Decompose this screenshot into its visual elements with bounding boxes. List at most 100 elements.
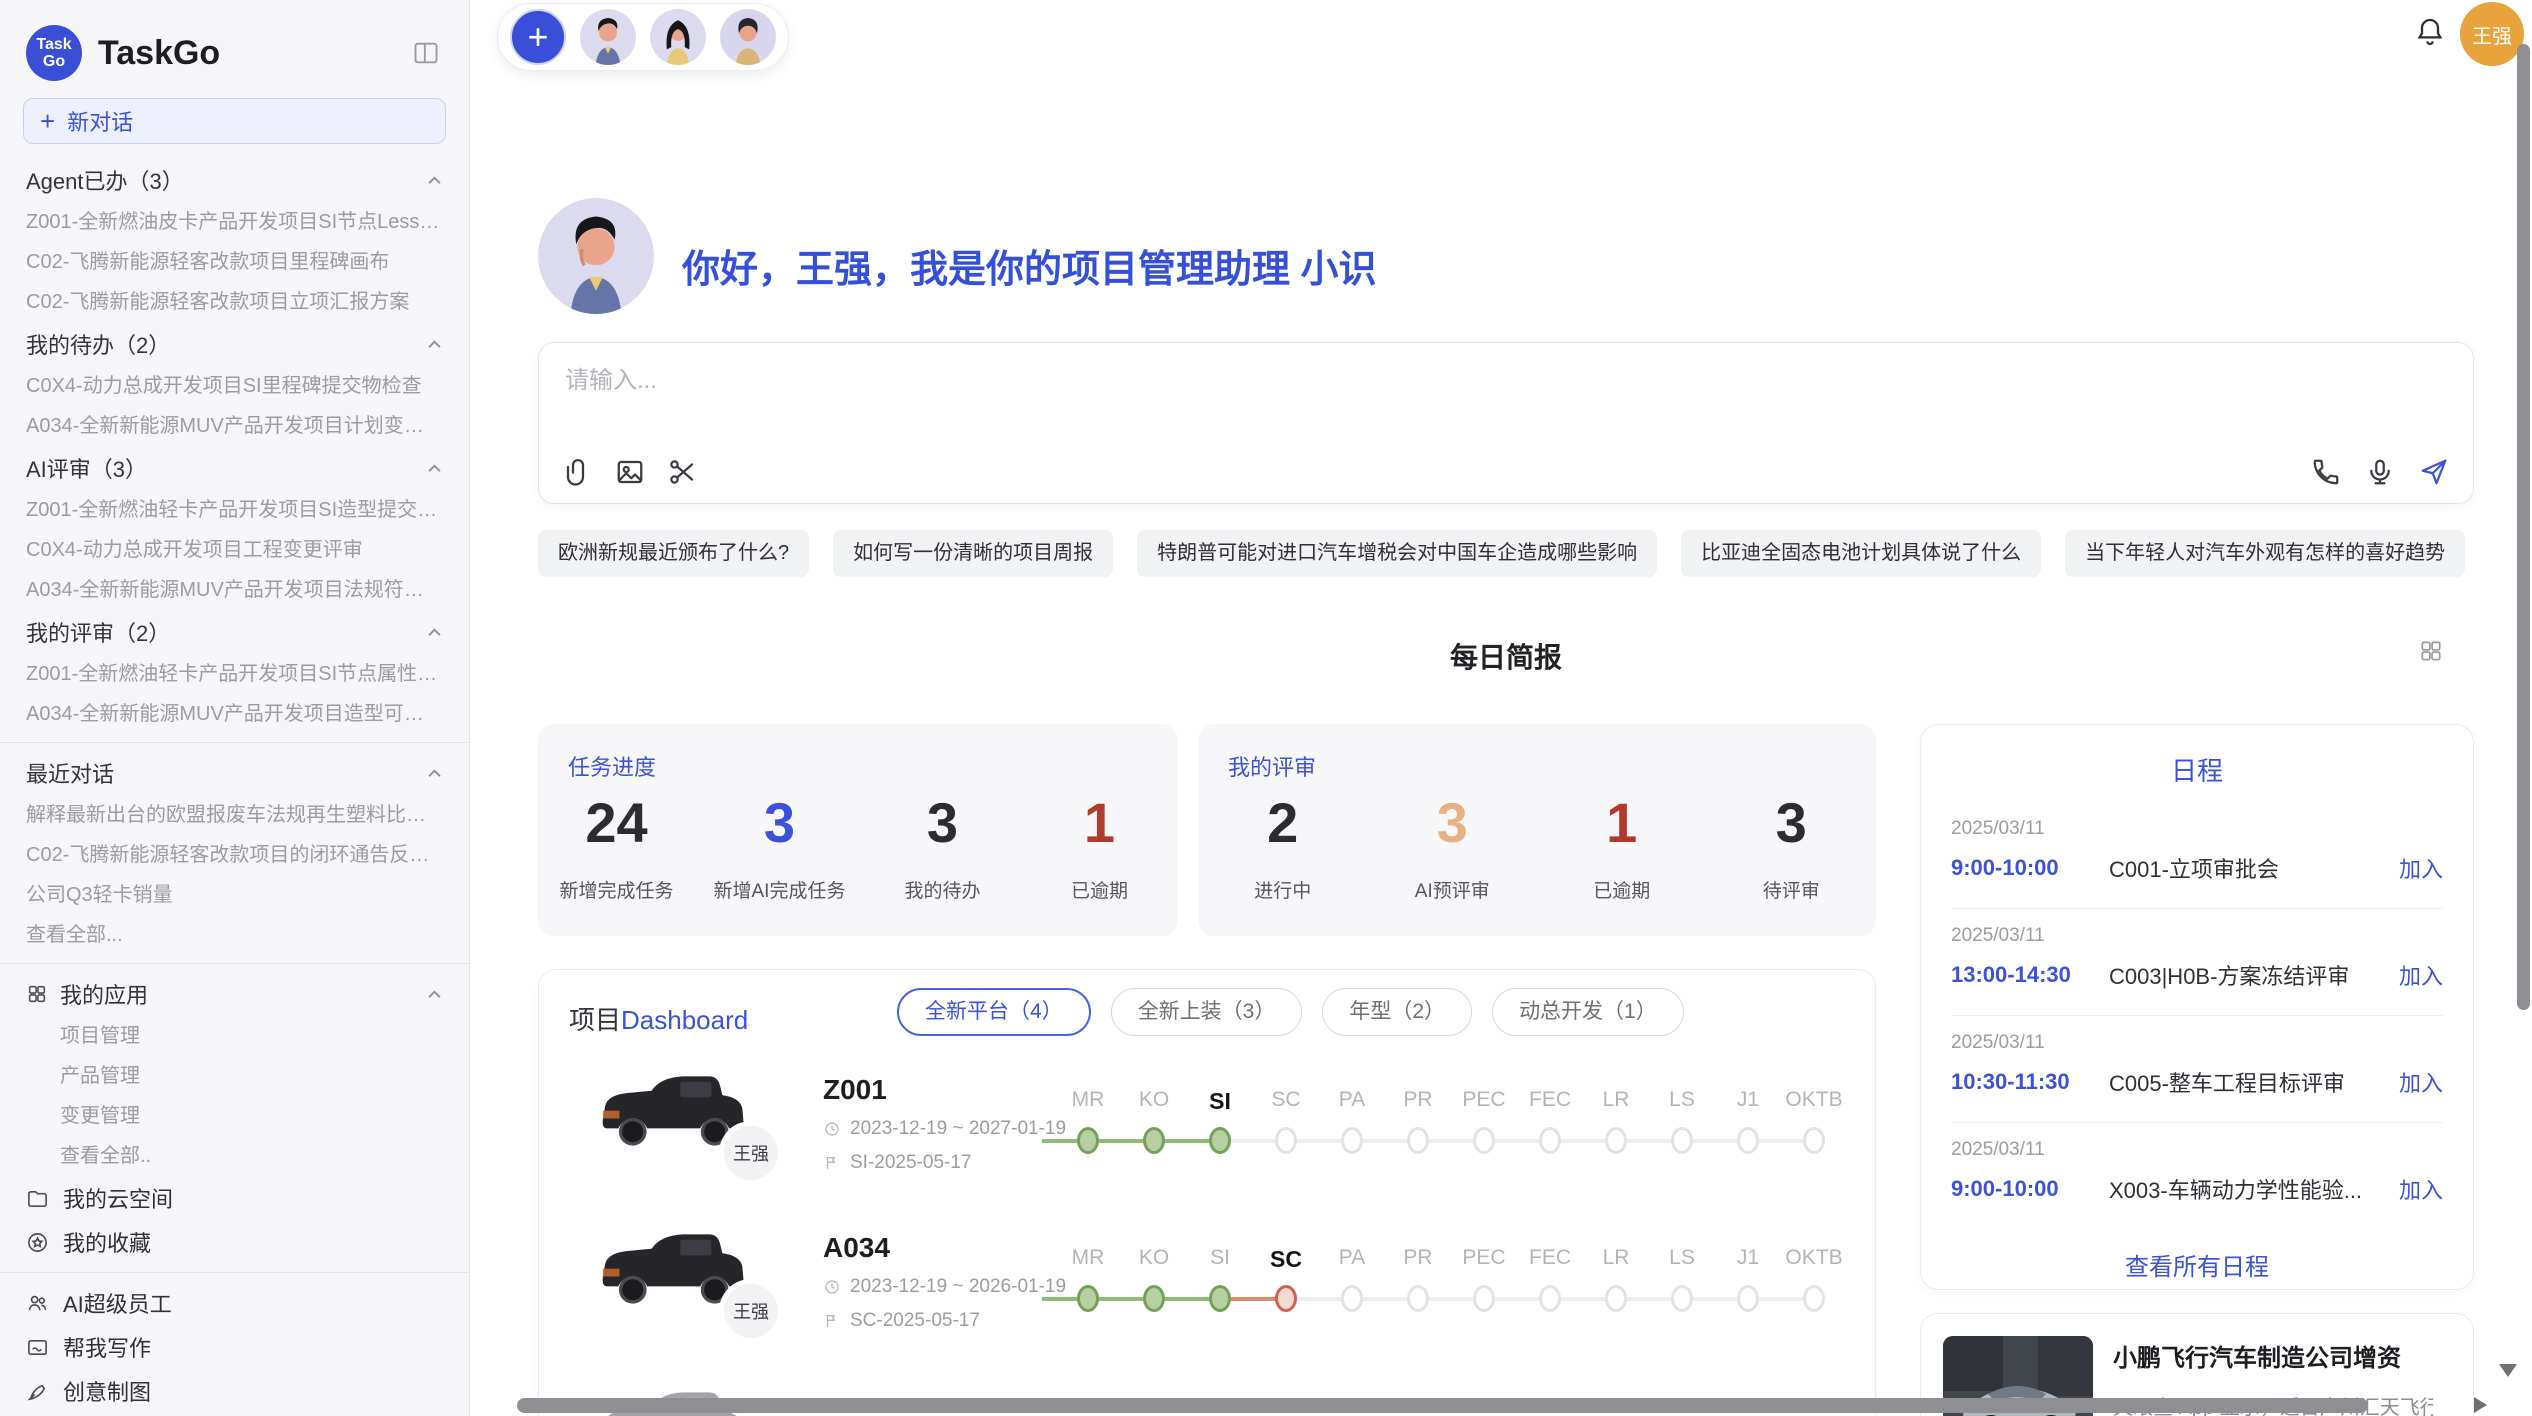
suggestion-chip[interactable]: 特朗普可能对进口汽车增税会对中国车企造成哪些影响	[1137, 530, 1657, 577]
milestone-dot-fec[interactable]	[1539, 1285, 1561, 1312]
new-chat-button[interactable]: + 新对话	[23, 98, 446, 144]
screenshot-scissors-icon[interactable]	[667, 457, 697, 487]
chevron-up-icon[interactable]	[426, 768, 443, 778]
milestone-dot-mr[interactable]	[1077, 1127, 1099, 1154]
horizontal-scrollbar[interactable]	[517, 1398, 2368, 1413]
milestone-dot-pa[interactable]	[1341, 1127, 1363, 1154]
tab-powertrain-dev[interactable]: 动总开发（1）	[1492, 988, 1684, 1036]
join-meeting-link[interactable]: 加入	[2399, 852, 2443, 884]
milestone-dot-mr[interactable]	[1077, 1285, 1099, 1312]
milestone-dot-fec[interactable]	[1539, 1127, 1561, 1154]
scroll-right-arrow[interactable]	[2474, 1397, 2487, 1413]
people-icon	[26, 1292, 49, 1315]
milestone-dot-lr[interactable]	[1605, 1285, 1627, 1312]
join-meeting-link[interactable]: 加入	[2399, 1173, 2443, 1205]
milestone-dot-pr[interactable]	[1407, 1127, 1429, 1154]
chevron-up-icon[interactable]	[426, 627, 443, 637]
stat-value: 3	[714, 794, 846, 852]
tab-new-platform[interactable]: 全新平台（4）	[897, 988, 1091, 1036]
milestone-dot-pr[interactable]	[1407, 1285, 1429, 1312]
milestone-dot-pec[interactable]	[1473, 1285, 1495, 1312]
milestone-dot-ko[interactable]	[1143, 1127, 1165, 1154]
milestone-dot-lr[interactable]	[1605, 1127, 1627, 1154]
schedule-title: 日程	[1921, 751, 2473, 788]
sidebar-item-creative-drawing[interactable]: 创意制图	[0, 1369, 469, 1413]
assistant-switcher: +	[497, 3, 789, 71]
milestone-dot-sc[interactable]	[1275, 1285, 1297, 1312]
app-item-product-mgmt[interactable]: 产品管理	[0, 1056, 469, 1096]
recent-chat-item[interactable]: 公司Q3轻卡销量	[0, 875, 469, 915]
assistant-avatar[interactable]	[720, 9, 776, 65]
user-avatar[interactable]: 王强	[2460, 2, 2524, 66]
assistant-avatar[interactable]	[650, 9, 706, 65]
sidebar-item[interactable]: Z001-全新燃油轻卡产品开发项目SI造型提交物评审	[0, 490, 469, 530]
insert-image-icon[interactable]	[615, 457, 645, 487]
milestone-dot-oktb[interactable]	[1803, 1285, 1825, 1312]
notifications-bell-icon[interactable]	[2414, 16, 2448, 50]
tab-new-body[interactable]: 全新上装（3）	[1111, 988, 1303, 1036]
sidebar-item[interactable]: A034-全新新能源MUV产品开发项目法规符合性评审	[0, 570, 469, 610]
chevron-up-icon[interactable]	[426, 339, 443, 349]
milestone-dot-ls[interactable]	[1671, 1127, 1693, 1154]
sidebar-item-cloud-space[interactable]: 我的云空间	[0, 1176, 469, 1220]
sidebar-item[interactable]: C0X4-动力总成开发项目工程变更评审	[0, 530, 469, 570]
milestone-dot-oktb[interactable]	[1803, 1127, 1825, 1154]
suggestion-chip[interactable]: 如何写一份清晰的项目周报	[833, 530, 1113, 577]
chevron-up-icon[interactable]	[426, 463, 443, 473]
suggestion-chip[interactable]: 比亚迪全固态电池计划具体说了什么	[1681, 530, 2041, 577]
view-all-chats[interactable]: 查看全部...	[0, 915, 469, 955]
chevron-up-icon[interactable]	[426, 989, 443, 999]
send-icon[interactable]	[2419, 457, 2449, 487]
sidebar-item[interactable]: Z001-全新燃油皮卡产品开发项目SI节点Lesson Learn报告	[0, 202, 469, 242]
milestone-dot-ls[interactable]	[1671, 1285, 1693, 1312]
voice-call-icon[interactable]	[2311, 457, 2341, 487]
chevron-up-icon[interactable]	[426, 175, 443, 185]
tab-model-year[interactable]: 年型（2）	[1322, 988, 1472, 1036]
milestone-dot-pec[interactable]	[1473, 1127, 1495, 1154]
recent-chat-item[interactable]: C02-飞腾新能源轻客改款项目的闭环通告反馈情况	[0, 835, 469, 875]
app-item-project-mgmt[interactable]: 项目管理	[0, 1016, 469, 1056]
assistant-avatar[interactable]	[580, 9, 636, 65]
milestone-dot-j1[interactable]	[1737, 1127, 1759, 1154]
project-code[interactable]: Z001	[823, 1074, 887, 1106]
sidebar-item[interactable]: C02-飞腾新能源轻客改款项目里程碑画布	[0, 242, 469, 282]
sidebar-item[interactable]: A034-全新新能源MUV产品开发项目造型可行性评审	[0, 694, 469, 734]
schedule-name: C001-立项审批会	[2109, 852, 2387, 884]
suggestion-chip[interactable]: 欧洲新规最近颁布了什么?	[538, 530, 809, 577]
sidebar-item-favorites[interactable]: 我的收藏	[0, 1220, 469, 1264]
suggestion-chip[interactable]: 当下年轻人对汽车外观有怎样的喜好趋势	[2065, 530, 2465, 577]
stat: 1 已逾期	[1562, 794, 1682, 903]
microphone-icon[interactable]	[2365, 457, 2395, 487]
attach-file-icon[interactable]	[563, 457, 593, 487]
chat-input[interactable]	[565, 361, 2065, 401]
schedule-card: 日程 2025/03/11 9:00-10:00 C001-立项审批会 加入 2…	[1920, 724, 2474, 1290]
join-meeting-link[interactable]: 加入	[2399, 1066, 2443, 1098]
sidebar-item[interactable]: C0X4-动力总成开发项目SI里程碑提交物检查	[0, 366, 469, 406]
milestone-dot-ko[interactable]	[1143, 1285, 1165, 1312]
sidebar-item[interactable]: C02-飞腾新能源轻客改款项目立项汇报方案	[0, 282, 469, 322]
project-code[interactable]: A034	[823, 1232, 890, 1264]
sidebar-item-ai-super-staff[interactable]: AI超级员工	[0, 1281, 469, 1325]
milestone-label-pr: PR	[1385, 1246, 1451, 1273]
view-all-apps[interactable]: 查看全部..	[0, 1136, 469, 1176]
milestone-dot-j1[interactable]	[1737, 1285, 1759, 1312]
layout-toggle-icon[interactable]	[2418, 638, 2446, 666]
sidebar-item[interactable]: A034-全新新能源MUV产品开发项目计划变更表编写	[0, 406, 469, 446]
join-meeting-link[interactable]: 加入	[2399, 959, 2443, 991]
milestone-label-ko: KO	[1121, 1088, 1187, 1115]
scroll-down-arrow[interactable]	[2499, 1364, 2517, 1377]
sidebar-item-help-me-write[interactable]: 帮我写作	[0, 1325, 469, 1369]
milestone-dot-pa[interactable]	[1341, 1285, 1363, 1312]
milestone-dot-sc[interactable]	[1275, 1127, 1297, 1154]
ai-super-staff-label: AI超级员工	[63, 1287, 172, 1319]
milestone-label-mr: MR	[1055, 1246, 1121, 1273]
milestone-dot-si[interactable]	[1209, 1285, 1231, 1312]
recent-chat-item[interactable]: 解释最新出台的欧盟报废车法规再生塑料比例被调至15%...	[0, 795, 469, 835]
view-all-schedule-link[interactable]: 查看所有日程	[1921, 1247, 2473, 1282]
sidebar-item[interactable]: Z001-全新燃油轻卡产品开发项目SI节点属性5D文件评审	[0, 654, 469, 694]
app-item-change-mgmt[interactable]: 变更管理	[0, 1096, 469, 1136]
vertical-scrollbar[interactable]	[2517, 44, 2530, 1010]
add-assistant-button[interactable]: +	[510, 9, 566, 65]
milestone-dot-si[interactable]	[1209, 1127, 1231, 1154]
sidebar-collapse-button[interactable]	[409, 36, 443, 70]
